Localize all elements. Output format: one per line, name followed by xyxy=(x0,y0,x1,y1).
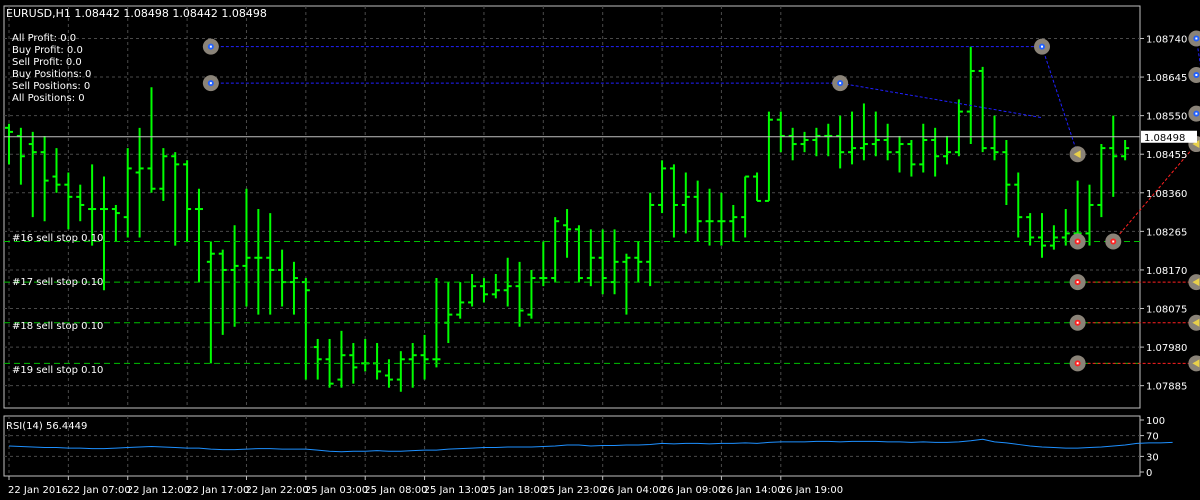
rsi-panel: 100 70 30 0 xyxy=(4,416,1173,479)
x-tick-label: 25 Jan 03:00 xyxy=(305,485,368,496)
x-tick-label: 22 Jan 07:00 xyxy=(67,485,130,496)
y-tick-label: 1.08075 xyxy=(1146,305,1187,316)
marker-dot xyxy=(209,45,212,48)
y-tick-label: 1.08455 xyxy=(1146,150,1187,161)
account-positions-buy: Buy Positions: 0 xyxy=(12,69,91,80)
order-label-16: #16 sell stop 0.10 xyxy=(12,233,103,244)
y-tick-label: 1.08170 xyxy=(1146,266,1187,277)
marker-dot xyxy=(1076,240,1079,243)
marker-dot xyxy=(1112,240,1115,243)
account-positions-all: All Positions: 0 xyxy=(12,93,85,104)
marker-dot xyxy=(839,82,842,85)
y-tick-label: 1.08265 xyxy=(1146,227,1187,238)
y-tick-label: 1.08645 xyxy=(1146,73,1187,84)
trade-lines xyxy=(4,38,1200,364)
account-positions-sell: Sell Positions: 0 xyxy=(12,81,90,92)
account-profit-buy: Buy Profit: 0.0 xyxy=(12,45,83,56)
rsi-tick-label: 30 xyxy=(1146,452,1159,463)
x-tick-label: 25 Jan 13:00 xyxy=(424,485,487,496)
rsi-frame xyxy=(3,415,1141,477)
y-tick-label: 1.08740 xyxy=(1146,34,1187,45)
rsi-tick-label: 70 xyxy=(1146,432,1159,443)
rsi-tick-label: 100 xyxy=(1146,416,1165,427)
x-tick-label: 22 Jan 22:00 xyxy=(245,485,308,496)
x-tick-label: 22 Jan 12:00 xyxy=(127,485,190,496)
current-price-label: 1.08498 xyxy=(1144,133,1185,144)
account-profit-all: All Profit: 0.0 xyxy=(12,33,76,44)
marker-dot xyxy=(1195,74,1198,77)
x-tick-label: 22 Jan 17:00 xyxy=(186,485,249,496)
account-profit-sell: Sell Profit: 0.0 xyxy=(12,57,82,68)
marker-dot xyxy=(1195,37,1198,40)
rsi-line xyxy=(8,438,1173,453)
order-label-17: #17 sell stop 0.10 xyxy=(12,277,103,288)
x-tick-label: 26 Jan 14:00 xyxy=(720,485,783,496)
price-chart: 100 70 30 0 1.08740 1.08645 1.08550 1.08455 1.0… xyxy=(3,5,1200,496)
ohlc-bars xyxy=(5,46,1130,392)
marker-dot xyxy=(209,82,212,85)
x-tick-label: 25 Jan 08:00 xyxy=(364,485,427,496)
x-tick-label: 26 Jan 19:00 xyxy=(780,485,843,496)
trade-line xyxy=(1041,46,1079,155)
rsi-tick-label: 0 xyxy=(1146,468,1152,479)
x-tick-label: 25 Jan 23:00 xyxy=(542,485,605,496)
order-label-19: #19 sell stop 0.10 xyxy=(12,365,103,376)
marker-dot xyxy=(1076,362,1079,365)
marker-dot xyxy=(1195,112,1198,115)
trade-markers xyxy=(202,30,1200,372)
x-tick-label: 22 Jan 2016 xyxy=(8,485,68,496)
y-tick-label: 1.08550 xyxy=(1146,112,1187,123)
trade-line xyxy=(210,82,1043,119)
order-label-18: #18 sell stop 0.10 xyxy=(12,321,103,332)
marker-dot xyxy=(1076,321,1079,324)
y-tick-label: 1.07885 xyxy=(1146,382,1187,393)
x-tick-label: 25 Jan 18:00 xyxy=(483,485,546,496)
y-tick-label: 1.08360 xyxy=(1146,189,1187,200)
marker-dot xyxy=(1076,281,1079,284)
x-tick-label: 26 Jan 09:00 xyxy=(661,485,724,496)
rsi-label: RSI(14) 56.4449 xyxy=(6,421,87,432)
chart-title: EURUSD,H1 1.08442 1.08498 1.08442 1.0849… xyxy=(6,7,267,20)
y-tick-label: 1.07980 xyxy=(1146,343,1187,354)
marker-dot xyxy=(1041,45,1044,48)
x-tick-label: 26 Jan 04:00 xyxy=(602,485,665,496)
